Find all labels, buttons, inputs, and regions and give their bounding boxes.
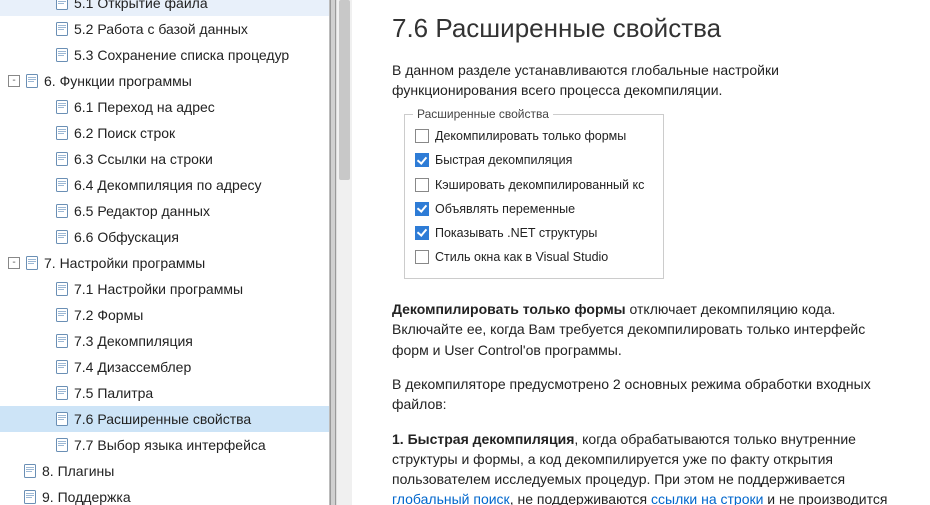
tree-item[interactable]: 5.2 Работа с базой данных bbox=[0, 16, 329, 42]
tree-item[interactable]: 5.3 Сохранение списка процедур bbox=[0, 42, 329, 68]
tree-item[interactable]: 6.2 Поиск строк bbox=[0, 120, 329, 146]
tree-item[interactable]: 6.3 Ссылки на строки bbox=[0, 146, 329, 172]
tree-item[interactable]: - 6. Функции программы bbox=[0, 68, 329, 94]
content-panel: 7.6 Расширенные свойства В данном раздел… bbox=[352, 0, 930, 505]
checkbox[interactable] bbox=[415, 178, 429, 192]
tree-item-label: 7.5 Палитра bbox=[74, 385, 153, 401]
tree-item[interactable]: 7.3 Декомпиляция bbox=[0, 328, 329, 354]
checkbox[interactable] bbox=[415, 226, 429, 240]
tree-item-label: 6. Функции программы bbox=[44, 73, 192, 89]
tree-item[interactable]: 7.6 Расширенные свойства bbox=[0, 406, 329, 432]
nav-tree-panel: 5.1 Открытие файла 5.2 Работа с базой дан… bbox=[0, 0, 330, 505]
tree-item[interactable]: 7.1 Настройки программы bbox=[0, 276, 329, 302]
scrollbar-thumb[interactable] bbox=[339, 0, 350, 180]
tree-item-label: 7.4 Дизассемблер bbox=[74, 359, 191, 375]
tree-item-label: 7.6 Расширенные свойства bbox=[74, 411, 251, 427]
tree-item[interactable]: 7.5 Палитра bbox=[0, 380, 329, 406]
intro-text: В данном разделе устанавливаются глобаль… bbox=[392, 60, 900, 101]
tree-item-label: 7.2 Формы bbox=[74, 307, 143, 323]
link-global-search[interactable]: глобальный поиск bbox=[392, 491, 510, 505]
checkbox-label: Кэшировать декомпилированный кс bbox=[435, 176, 644, 194]
app-root: 5.1 Открытие файла 5.2 Работа с базой дан… bbox=[0, 0, 930, 505]
tree-item-label: 7.7 Выбор языка интерфейса bbox=[74, 437, 266, 453]
tree-item[interactable]: - 7. Настройки программы bbox=[0, 250, 329, 276]
checkbox-label: Стиль окна как в Visual Studio bbox=[435, 248, 608, 266]
tree-item-label: 5.1 Открытие файла bbox=[74, 0, 208, 11]
checkbox-row[interactable]: Декомпилировать только формы bbox=[415, 127, 653, 145]
tree-item-label: 7.3 Декомпиляция bbox=[74, 333, 193, 349]
tree-item-label: 8. Плагины bbox=[42, 463, 114, 479]
checkbox-label: Объявлять переменные bbox=[435, 200, 575, 218]
page-title: 7.6 Расширенные свойства bbox=[392, 10, 900, 48]
bold-decompile-forms: Декомпилировать только формы bbox=[392, 301, 626, 317]
tree-item-label: 6.1 Переход на адрес bbox=[74, 99, 215, 115]
tree-item[interactable]: 6.5 Редактор данных bbox=[0, 198, 329, 224]
tree-item[interactable]: 6.1 Переход на адрес bbox=[0, 94, 329, 120]
tree-item-label: 7. Настройки программы bbox=[44, 255, 205, 271]
checkbox-row[interactable]: Быстрая декомпиляция bbox=[415, 151, 653, 169]
tree-item-label: 6.5 Редактор данных bbox=[74, 203, 210, 219]
tree-item-label: 6.3 Ссылки на строки bbox=[74, 151, 213, 167]
tree-item-label: 5.3 Сохранение списка процедур bbox=[74, 47, 289, 63]
tree-item[interactable]: 6.4 Декомпиляция по адресу bbox=[0, 172, 329, 198]
tree-item-label: 6.2 Поиск строк bbox=[74, 125, 175, 141]
tree-item[interactable]: 9. Поддержка bbox=[0, 484, 329, 505]
tree-item-label: 6.4 Декомпиляция по адресу bbox=[74, 177, 262, 193]
checkbox-row[interactable]: Показывать .NET структуры bbox=[415, 224, 653, 242]
checkbox-row[interactable]: Стиль окна как в Visual Studio bbox=[415, 248, 653, 266]
tree-item[interactable]: 7.2 Формы bbox=[0, 302, 329, 328]
checkbox[interactable] bbox=[415, 250, 429, 264]
tree-item[interactable]: 5.1 Открытие файла bbox=[0, 0, 329, 16]
checkbox-row[interactable]: Объявлять переменные bbox=[415, 200, 653, 218]
tree-item-label: 7.1 Настройки программы bbox=[74, 281, 243, 297]
link-string-refs[interactable]: ссылки на строки bbox=[651, 491, 763, 505]
checkbox[interactable] bbox=[415, 153, 429, 167]
tree-item[interactable]: 6.6 Обфускация bbox=[0, 224, 329, 250]
tree-item[interactable]: 8. Плагины bbox=[0, 458, 329, 484]
para-fast-decomp: 1. Быстрая декомпиляция, когда обрабатыв… bbox=[392, 429, 900, 505]
tree-item-label: 9. Поддержка bbox=[42, 489, 131, 505]
collapse-icon[interactable]: - bbox=[8, 257, 20, 269]
settings-groupbox: Расширенные свойства Декомпилировать тол… bbox=[404, 114, 664, 279]
collapse-icon[interactable]: - bbox=[8, 75, 20, 87]
checkbox-row[interactable]: Кэшировать декомпилированный кс bbox=[415, 176, 653, 194]
checkbox[interactable] bbox=[415, 129, 429, 143]
para-decompile-forms: Декомпилировать только формы отключает д… bbox=[392, 299, 900, 360]
tree-item-label: 6.6 Обфускация bbox=[74, 229, 179, 245]
checkbox-label: Декомпилировать только формы bbox=[435, 127, 626, 145]
tree-item[interactable]: 7.4 Дизассемблер bbox=[0, 354, 329, 380]
bold-fast-decomp: Быстрая декомпиляция bbox=[408, 431, 575, 447]
tree-item-label: 5.2 Работа с базой данных bbox=[74, 21, 248, 37]
content-scrollbar[interactable] bbox=[336, 0, 352, 505]
para-modes: В декомпиляторе предусмотрено 2 основных… bbox=[392, 374, 900, 415]
groupbox-title: Расширенные свойства bbox=[413, 106, 553, 123]
checkbox[interactable] bbox=[415, 202, 429, 216]
checkbox-label: Быстрая декомпиляция bbox=[435, 151, 572, 169]
checkbox-label: Показывать .NET структуры bbox=[435, 224, 597, 242]
tree-item[interactable]: 7.7 Выбор языка интерфейса bbox=[0, 432, 329, 458]
